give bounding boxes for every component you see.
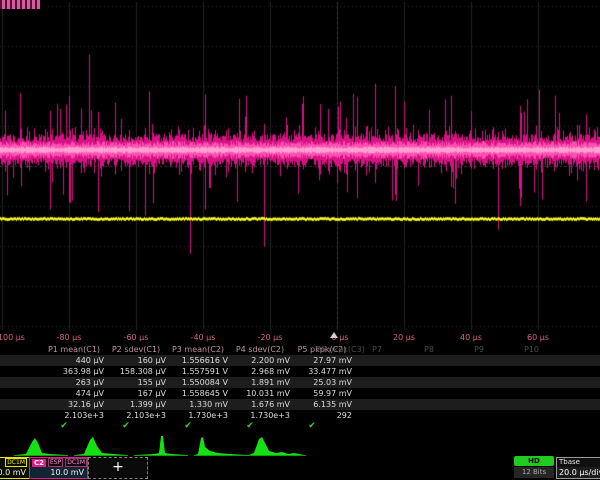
measure-value: 25.03 mV (292, 377, 352, 388)
time-axis-tick: 20 µs (393, 332, 415, 343)
measure-status-ok-icon: ✔ (34, 421, 94, 432)
c2-coupling-badge: DC1M (65, 458, 87, 467)
measure-value: 1.558645 V (168, 388, 228, 399)
measure-status-ok-icon: ✔ (96, 421, 156, 432)
measure-value: 1.891 mV (230, 377, 290, 388)
timebase-label: Tbase (557, 458, 600, 467)
c2-channel-chip: C2 (32, 459, 46, 467)
measure-value: 155 µV (106, 377, 166, 388)
measure-header-inactive[interactable]: P8 (424, 344, 474, 355)
channel-c2-descriptor[interactable]: C2 ESP DC1M 10.0 mV (29, 457, 88, 479)
oscilloscope-screen: -100 µs-80 µs-60 µs-40 µs-20 µs0 µs20 µs… (0, 0, 600, 480)
waveform-display (0, 0, 600, 331)
measure-status-ok-icon: ✔ (220, 421, 280, 432)
measure-value: 1.330 mV (168, 399, 228, 410)
measure-header-p2[interactable]: P2 sdev(C1) (106, 344, 166, 355)
measure-value: 6.135 mV (292, 399, 352, 410)
time-axis-tick: -60 µs (124, 332, 149, 343)
measure-table-row: 263 µV155 µV1.550084 V1.891 mV25.03 mV (0, 377, 600, 388)
measure-header-p3[interactable]: P3 mean(C2) (168, 344, 228, 355)
top-left-badge (0, 0, 40, 9)
measure-value: 1.730e+3 (230, 410, 290, 421)
measure-value: 1.557591 V (168, 366, 228, 377)
measure-header-inactive[interactable]: P9 (474, 344, 524, 355)
time-axis-tick: 60 µs (527, 332, 549, 343)
time-axis-tick: -80 µs (57, 332, 82, 343)
measure-value: 1.676 mV (230, 399, 290, 410)
measure-header-p4[interactable]: P4 sdev(C2) (230, 344, 290, 355)
measure-value: 2.200 mV (230, 355, 290, 366)
c2-scale-value: 10.0 mV (30, 467, 87, 478)
measure-value: 160 µV (106, 355, 166, 366)
histicon-p2[interactable] (72, 434, 130, 457)
time-axis: -100 µs-80 µs-60 µs-40 µs-20 µs0 µs20 µs… (0, 331, 600, 344)
add-trace-button[interactable]: + (88, 457, 148, 479)
measure-value: 32.16 µV (44, 399, 104, 410)
c2-esp-badge: ESP (48, 458, 63, 467)
measure-value: 2.968 mV (230, 366, 290, 377)
c1-coupling-badge: DC1M (5, 458, 27, 467)
histicon-p1[interactable] (12, 434, 70, 457)
measure-value: 440 µV (44, 355, 104, 366)
measure-value: 1.550084 V (168, 377, 228, 388)
measure-value: 10.031 mV (230, 388, 290, 399)
measure-value: 33.477 mV (292, 366, 352, 377)
timebase-descriptor[interactable]: Tbase 20.0 µs/div (556, 457, 600, 479)
time-axis-tick: -40 µs (191, 332, 216, 343)
measure-table-row: 32.16 µV1.399 µV1.330 mV1.676 mV6.135 mV (0, 399, 600, 410)
descriptor-bar: DC1M 10.0 mV C2 ESP DC1M 10.0 mV + HD 12… (0, 456, 600, 480)
measure-table-row: 363.98 µV158.308 µV1.557591 V2.968 mV33.… (0, 366, 600, 377)
histicon-p5[interactable] (246, 434, 308, 457)
measure-value: 474 µV (44, 388, 104, 399)
measure-value: 292 (292, 410, 352, 421)
measure-value: 27.97 mV (292, 355, 352, 366)
measure-header-p1[interactable]: P1 mean(C1) (44, 344, 104, 355)
measure-header-inactive[interactable]: P7 (372, 344, 422, 355)
timebase-value: 20.0 µs/div (557, 467, 600, 478)
measure-status-ok-icon: ✔ (282, 421, 342, 432)
measure-value: 2.103e+3 (44, 410, 104, 421)
measure-value: 1.399 µV (106, 399, 166, 410)
measure-value: 2.103e+3 (106, 410, 166, 421)
measure-value: 1.556616 V (168, 355, 228, 366)
measure-table-row: 474 µV167 µV1.558645 V10.031 mV59.97 mV (0, 388, 600, 399)
measure-header-inactive[interactable]: P6 pkpk(C3) (316, 344, 366, 355)
measure-table-row: 2.103e+32.103e+31.730e+31.730e+3292 (0, 410, 600, 421)
measure-header-inactive[interactable]: P10 (524, 344, 574, 355)
measure-value: 158.308 µV (106, 366, 166, 377)
time-axis-tick: -100 µs (0, 332, 25, 343)
measure-value: 59.97 mV (292, 388, 352, 399)
measure-table-row: 440 µV160 µV1.556616 V2.200 mV27.97 mV (0, 355, 600, 366)
measure-value: 263 µV (44, 377, 104, 388)
measure-value: 167 µV (106, 388, 166, 399)
time-axis-tick: 40 µs (460, 332, 482, 343)
channel-c1-descriptor[interactable]: DC1M 10.0 mV (0, 457, 30, 479)
hd-mode-badge[interactable]: HD (514, 456, 554, 466)
measure-value: 363.98 µV (44, 366, 104, 377)
c1-scale-value: 10.0 mV (0, 467, 29, 478)
histicon-p3[interactable] (132, 434, 190, 457)
trigger-time-marker-icon[interactable] (330, 332, 338, 338)
hd-bits-label: 12 Bits (514, 467, 554, 478)
measure-status-ok-icon: ✔ (158, 421, 218, 432)
histicon-p4[interactable] (192, 434, 250, 457)
histicon-row (0, 434, 600, 457)
measurement-table: P1 mean(C1)P2 sdev(C1)P3 mean(C2)P4 sdev… (0, 344, 600, 432)
measure-value: 1.730e+3 (168, 410, 228, 421)
time-axis-tick: -20 µs (258, 332, 283, 343)
